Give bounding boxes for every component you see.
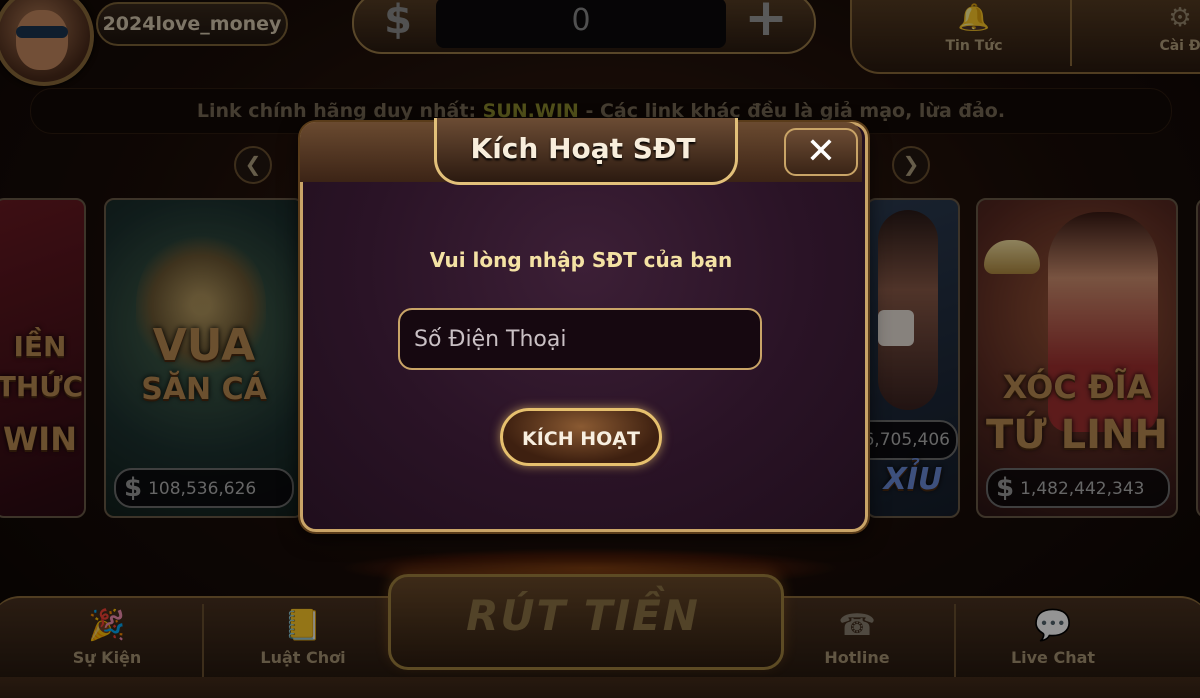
dialog-title: Kích Hoạt SĐT: [470, 132, 696, 165]
dialog-prompt: Vui lòng nhập SĐT của bạn: [429, 248, 733, 272]
phone-number-input[interactable]: [398, 308, 762, 370]
activate-button[interactable]: KÍCH HOẠT: [500, 408, 662, 466]
close-button[interactable]: ✕: [784, 128, 858, 176]
